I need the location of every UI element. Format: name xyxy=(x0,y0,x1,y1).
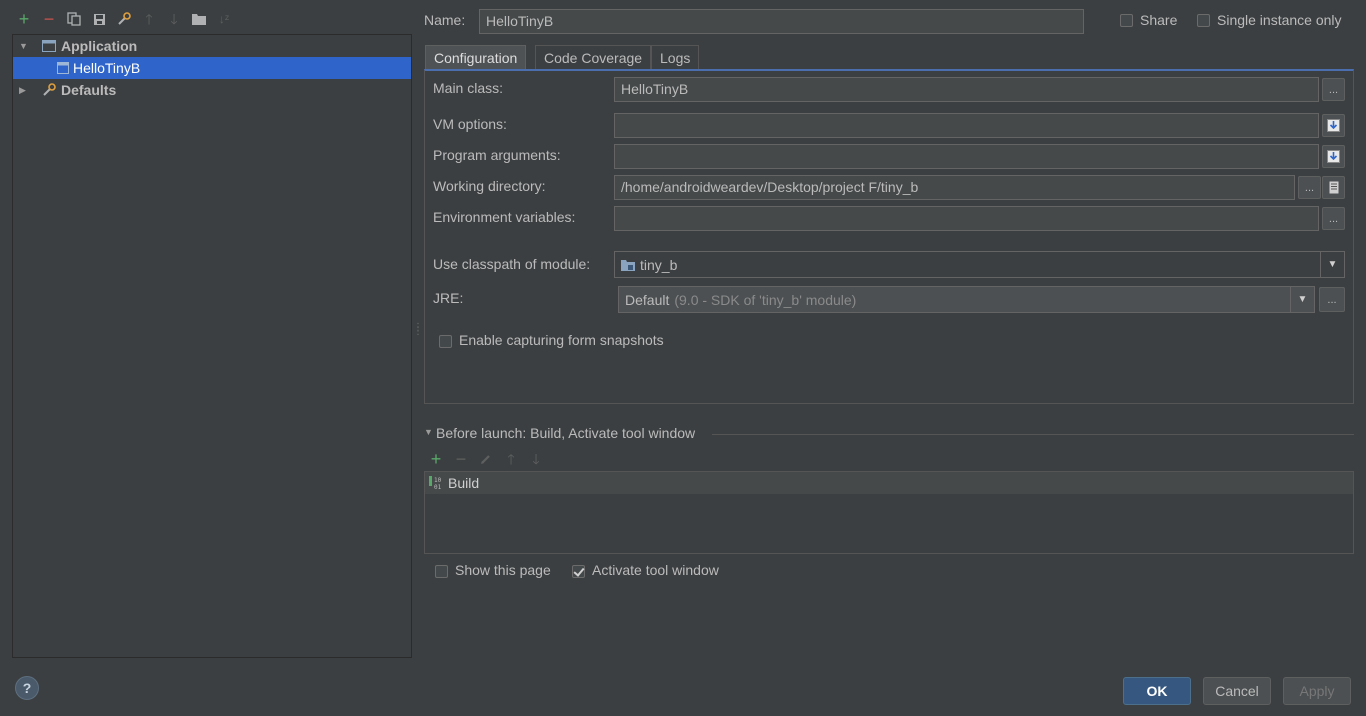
collapsed-arrow-icon[interactable]: ▶ xyxy=(19,85,29,96)
remove-icon[interactable]: − xyxy=(40,10,58,28)
browse-jre-button[interactable]: ... xyxy=(1319,287,1345,312)
working-directory-label: Working directory: xyxy=(433,178,546,194)
save-icon[interactable] xyxy=(90,10,108,28)
copy-icon[interactable] xyxy=(65,10,83,28)
vm-options-field[interactable] xyxy=(614,113,1319,138)
expand-icon xyxy=(1327,119,1340,132)
classpath-module-value: tiny_b xyxy=(640,256,678,273)
tree-node-defaults[interactable]: ▶ Defaults xyxy=(13,79,411,101)
working-directory-field[interactable]: /home/androidweardev/Desktop/project F/t… xyxy=(614,175,1295,200)
ok-button[interactable]: OK xyxy=(1123,677,1191,705)
name-field[interactable]: HelloTinyB xyxy=(479,9,1084,34)
expanded-arrow-icon[interactable]: ▼ xyxy=(19,41,29,51)
edit-environment-variables-button[interactable]: ... xyxy=(1322,207,1345,230)
tree-label: Defaults xyxy=(61,82,117,98)
environment-variables-label: Environment variables: xyxy=(433,209,576,225)
form-snapshots-checkbox[interactable] xyxy=(439,335,452,348)
svg-text:10: 10 xyxy=(434,477,442,484)
edit-defaults-icon[interactable] xyxy=(115,10,133,28)
insert-macro-button[interactable] xyxy=(1322,176,1345,199)
before-launch-list[interactable]: 10 01 Build xyxy=(424,471,1354,554)
run-config-icon xyxy=(55,61,71,75)
browse-main-class-button[interactable]: ... xyxy=(1322,78,1345,101)
form-snapshots-label: Enable capturing form snapshots xyxy=(459,332,664,348)
chevron-down-icon[interactable]: ▼ xyxy=(1320,252,1344,277)
svg-text:01: 01 xyxy=(434,484,442,491)
share-checkbox[interactable] xyxy=(1120,14,1133,27)
activate-tool-window-label: Activate tool window xyxy=(592,562,719,578)
help-button[interactable]: ? xyxy=(15,676,39,700)
configuration-tree[interactable]: ▼ Application HelloTinyB ▶ Defaults xyxy=(12,34,412,658)
show-page-label: Show this page xyxy=(455,562,551,578)
program-arguments-field[interactable] xyxy=(614,144,1319,169)
jre-detail: (9.0 - SDK of 'tiny_b' module) xyxy=(674,291,857,308)
classpath-module-select[interactable]: tiny_b ▼ xyxy=(614,251,1345,278)
environment-variables-field[interactable] xyxy=(614,206,1319,231)
move-task-up-icon[interactable]: 🡑 xyxy=(502,450,520,468)
list-item-label: Build xyxy=(448,475,480,491)
list-item[interactable]: 10 01 Build xyxy=(425,472,1353,494)
splitter-handle[interactable]: ⋮ ⋮ xyxy=(413,323,423,340)
apply-button[interactable]: Apply xyxy=(1283,677,1351,705)
single-instance-label: Single instance only xyxy=(1217,12,1342,28)
tab-configuration[interactable]: Configuration xyxy=(425,45,527,70)
move-task-down-icon[interactable]: 🡓 xyxy=(527,450,545,468)
single-instance-checkbox[interactable] xyxy=(1197,14,1210,27)
application-icon xyxy=(41,39,57,53)
tab-logs[interactable]: Logs xyxy=(651,45,700,70)
show-page-checkbox[interactable] xyxy=(435,565,448,578)
jre-select[interactable]: Default (9.0 - SDK of 'tiny_b' module) ▼ xyxy=(618,286,1315,313)
section-divider xyxy=(712,434,1354,435)
browse-working-directory-button[interactable]: ... xyxy=(1298,176,1321,199)
collapse-arrow-icon[interactable]: ▼ xyxy=(424,427,433,437)
folder-icon[interactable] xyxy=(190,10,208,28)
tree-label: Application xyxy=(61,38,138,54)
sort-icon[interactable]: ↓ᶻ xyxy=(215,10,233,28)
vm-options-label: VM options: xyxy=(433,116,507,132)
tab-code-coverage[interactable]: Code Coverage xyxy=(535,45,652,70)
jre-value: Default xyxy=(625,291,670,308)
tree-label: HelloTinyB xyxy=(73,60,141,76)
chevron-down-icon[interactable]: ▼ xyxy=(1290,287,1314,312)
expand-vm-options-button[interactable] xyxy=(1322,114,1345,137)
document-icon xyxy=(1329,181,1338,194)
remove-task-icon[interactable]: − xyxy=(452,450,470,468)
main-class-field[interactable]: HelloTinyB xyxy=(614,77,1319,102)
build-icon: 10 01 xyxy=(429,475,443,491)
expand-program-arguments-button[interactable] xyxy=(1322,145,1345,168)
move-down-icon[interactable]: 🡓 xyxy=(165,10,183,28)
tree-node-application[interactable]: ▼ Application xyxy=(13,35,411,57)
activate-tool-window-checkbox[interactable] xyxy=(572,565,585,578)
before-launch-title: Before launch: Build, Activate tool wind… xyxy=(436,425,696,441)
share-label: Share xyxy=(1140,12,1178,28)
edit-task-icon[interactable] xyxy=(477,450,495,468)
tree-node-hellotinyb[interactable]: HelloTinyB xyxy=(13,57,411,79)
move-up-icon[interactable]: 🡑 xyxy=(140,10,158,28)
name-label: Name: xyxy=(424,12,466,28)
cancel-button[interactable]: Cancel xyxy=(1203,677,1271,705)
wrench-icon xyxy=(41,83,57,97)
add-task-icon[interactable]: + xyxy=(427,450,445,468)
program-arguments-label: Program arguments: xyxy=(433,147,561,163)
expand-icon xyxy=(1327,150,1340,163)
classpath-module-label: Use classpath of module: xyxy=(433,256,591,272)
main-class-label: Main class: xyxy=(433,80,504,96)
add-icon[interactable]: + xyxy=(15,10,33,28)
module-folder-icon xyxy=(621,259,635,271)
jre-label: JRE: xyxy=(433,290,464,306)
